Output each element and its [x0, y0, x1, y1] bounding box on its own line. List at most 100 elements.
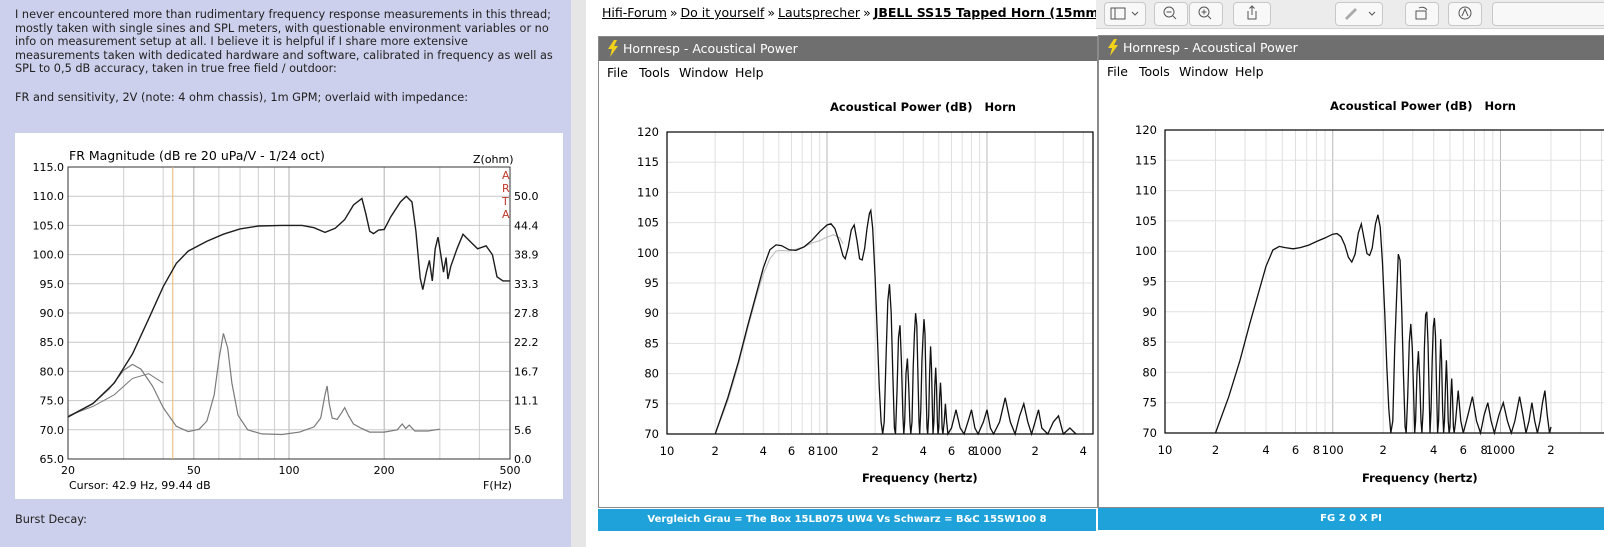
y-tick-label: 90 — [644, 306, 659, 320]
x-tick-label: 4 — [1080, 444, 1087, 458]
breadcrumb-lautsprecher[interactable]: Lautsprecher — [778, 5, 860, 20]
y-tick-label-left: 95.0 — [40, 278, 65, 291]
x-tick-label: 100 — [816, 444, 838, 458]
breadcrumb-current-thread[interactable]: JBELL SS15 Tapped Horn (15mm MPX) + the … — [874, 5, 1096, 20]
markup-pen-button[interactable] — [1335, 2, 1383, 26]
post-paragraph-2: FR and sensitivity, 2V (note: 4 ohm chas… — [15, 90, 469, 104]
y-tick-label: 70 — [1142, 426, 1157, 440]
annotate-button[interactable] — [1448, 2, 1482, 26]
y-tick-label: 100 — [637, 246, 659, 260]
y-tick-label: 80 — [1142, 365, 1157, 379]
y-tick-label: 75 — [644, 397, 659, 411]
y-tick-label: 105 — [1135, 214, 1157, 228]
x-tick-label: 100 — [1322, 443, 1344, 457]
x-tick-label: 4 — [1262, 443, 1269, 457]
arta-brand-letter: T — [501, 195, 509, 208]
x-tick-label: 8 — [1313, 443, 1320, 457]
arta-fr-chart: FR Magnitude (dB re 20 uPa/V - 1/24 oct)… — [15, 133, 563, 499]
y-tick-label-right: 38.9 — [514, 249, 539, 262]
x-tick-label: 4 — [920, 444, 927, 458]
y-tick-label-left: 110.0 — [33, 190, 65, 203]
post-text: I never encountered more than rudimentar… — [15, 8, 555, 120]
chevron-down-icon — [1131, 11, 1139, 16]
y-tick-label-left: 105.0 — [33, 219, 65, 232]
post-paragraph-1: I never encountered more than rudimentar… — [15, 8, 553, 76]
breadcrumb: Hifi-Forum» Do it yourself» Lautsprecher» J… — [586, 0, 1096, 28]
black-response-curve — [714, 208, 1077, 437]
y-tick-label-left: 85.0 — [40, 336, 65, 349]
y-axis: 120 115 110 105 100 95 90 85 80 75 70 — [637, 125, 659, 441]
arta-y-axis-right: 50.044.438.933.327.822.216.711.15.60.0 — [514, 190, 539, 466]
y-tick-label: 80 — [644, 367, 659, 381]
y-tick-label: 75 — [1142, 396, 1157, 410]
x-tick-label: 1000 — [1486, 443, 1515, 457]
x-tick-label: 50 — [187, 464, 201, 477]
burst-decay-label: Burst Decay: — [15, 513, 87, 526]
y-tick-label-left: 80.0 — [40, 365, 65, 378]
y-tick-label-left: 90.0 — [40, 307, 65, 320]
x-axis-label: Frequency (hertz) — [862, 471, 978, 485]
zoom-in-button[interactable] — [1189, 2, 1223, 26]
arta-unit-right: Z(ohm) — [473, 153, 514, 166]
breadcrumb-separator: » — [669, 5, 678, 20]
x-tick-label: 1000 — [972, 444, 1001, 458]
zoom-out-button[interactable] — [1154, 2, 1188, 26]
x-tick-label: 4 — [760, 444, 767, 458]
search-field[interactable] — [1492, 2, 1604, 26]
y-tick-label-right: 33.3 — [514, 278, 539, 291]
arta-y-axis-left: 115.0 110.0 105.0 100.0 95.0 90.0 85.0 80.0 75.0… — [33, 161, 65, 466]
x-tick-label: 100 — [279, 464, 300, 477]
x-tick-label: 6 — [788, 444, 795, 458]
y-tick-label: 95 — [1142, 275, 1157, 289]
x-tick-label: 2 — [871, 444, 878, 458]
x-tick-label: 20 — [61, 464, 75, 477]
x-tick-label: 10 — [1158, 443, 1173, 457]
chart-title: Acoustical Power (dB) Horn — [1330, 99, 1516, 113]
y-tick-label: 105 — [637, 216, 659, 230]
x-tick-label: 2 — [711, 444, 718, 458]
markup-icon — [1458, 6, 1472, 20]
zoom-out-icon — [1163, 6, 1177, 20]
y-tick-label-right: 27.8 — [514, 307, 539, 320]
y-tick-label: 70 — [644, 427, 659, 441]
y-tick-label: 100 — [1135, 244, 1157, 258]
y-tick-label: 95 — [644, 276, 659, 290]
arta-grid — [68, 167, 510, 459]
x-axis: 10 2 4 6 8 100 2 4 6 81000 2 4 — [660, 444, 1087, 458]
y-tick-label-left: 70.0 — [40, 424, 65, 437]
x-tick-label: 8 — [808, 444, 815, 458]
rotate-button[interactable] — [1405, 2, 1439, 26]
x-tick-label: 2 — [1380, 443, 1387, 457]
x-tick-label: 2 — [1212, 443, 1219, 457]
arta-brand-letter: R — [502, 182, 510, 195]
y-tick-label: 90 — [1142, 305, 1157, 319]
chart-grid — [1164, 129, 1604, 434]
arta-cursor-readout: Cursor: 42.9 Hz, 99.44 dB — [69, 479, 211, 492]
y-tick-label: 120 — [1135, 123, 1157, 137]
y-tick-label-right: 22.2 — [514, 336, 539, 349]
breadcrumb-separator: » — [863, 5, 871, 20]
preview-toolbar — [1096, 0, 1604, 29]
window-gap — [571, 0, 586, 547]
x-tick-label: 6 — [1292, 443, 1299, 457]
y-tick-label-left: 100.0 — [33, 249, 65, 262]
arta-brand-letter: A — [502, 208, 510, 221]
y-tick-label: 115 — [637, 155, 659, 169]
x-tick-label: 10 — [660, 444, 675, 458]
hornresp-window-left: Hornresp - Acoustical Power File Tools W… — [598, 36, 1098, 508]
rotate-icon — [1415, 6, 1428, 20]
arta-x-unit: F(Hz) — [483, 479, 512, 492]
x-tick-label: 6 — [948, 444, 955, 458]
y-tick-label-right: 5.6 — [514, 424, 532, 437]
breadcrumb-hifi-forum[interactable]: Hifi-Forum — [602, 5, 667, 20]
status-bar-right: FG 2 0 X PI — [1098, 508, 1604, 530]
y-tick-label-right: 11.1 — [514, 395, 539, 408]
sidebar-toggle-button[interactable] — [1104, 2, 1146, 26]
y-axis: 120 115 110 105 100 95 90 85 80 75 70 — [1135, 123, 1157, 440]
y-tick-label: 120 — [637, 125, 659, 139]
breadcrumb-do-it-yourself[interactable]: Do it yourself — [681, 5, 765, 20]
y-tick-label: 115 — [1135, 153, 1157, 167]
acoustical-power-chart-right: Acoustical Power (dB) Horn 1201151101051… — [1135, 99, 1604, 485]
share-button[interactable] — [1233, 2, 1271, 26]
acoustical-power-chart-left: Acoustical Power (dB) Horn 1201151101051… — [637, 100, 1094, 485]
